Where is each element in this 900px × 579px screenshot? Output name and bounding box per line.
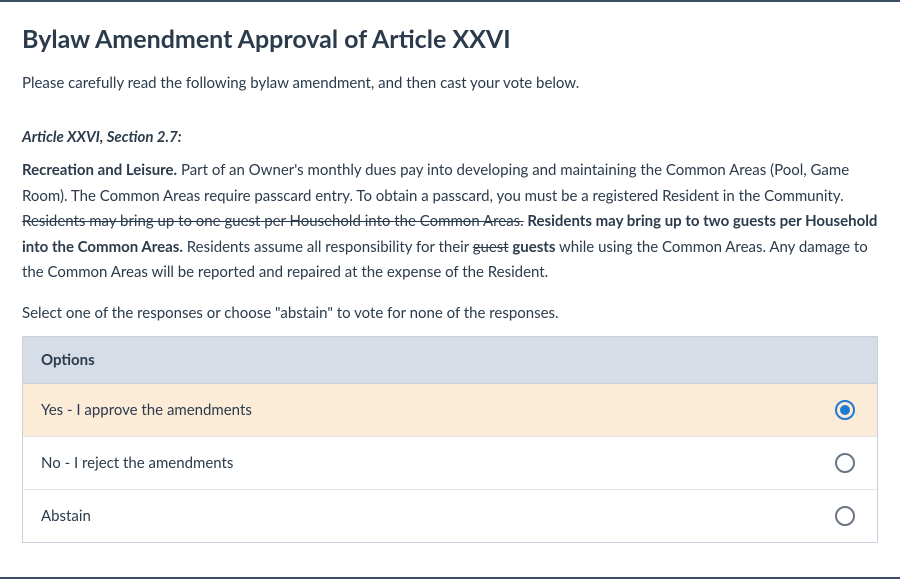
- article-p2a: Residents assume all responsibility for …: [183, 238, 473, 256]
- option-row-abstain[interactable]: Abstain: [23, 490, 877, 542]
- article-body: Recreation and Leisure. Part of an Owner…: [22, 158, 878, 286]
- article-strike-2: guest: [473, 238, 509, 256]
- article-strike-1: Residents may bring up to one guest per …: [22, 212, 524, 230]
- radio-icon: [835, 506, 855, 526]
- article-section-title: Article XXVI, Section 2.7:: [22, 128, 878, 146]
- option-label: No - I reject the amendments: [41, 454, 233, 472]
- ballot-container: Bylaw Amendment Approval of Article XXVI…: [0, 0, 900, 579]
- options-header: Options: [23, 337, 877, 384]
- option-row-yes[interactable]: Yes - I approve the amendments: [23, 384, 877, 437]
- article-lead: Recreation and Leisure.: [22, 161, 177, 179]
- select-hint: Select one of the responses or choose "a…: [22, 304, 878, 322]
- radio-icon: [835, 453, 855, 473]
- options-table: Options Yes - I approve the amendments N…: [22, 336, 878, 543]
- intro-text: Please carefully read the following byla…: [22, 74, 878, 92]
- radio-icon: [835, 400, 855, 420]
- option-row-no[interactable]: No - I reject the amendments: [23, 437, 877, 490]
- article-add-2: guests: [509, 238, 556, 256]
- option-label: Abstain: [41, 507, 91, 525]
- option-label: Yes - I approve the amendments: [41, 401, 252, 419]
- page-title: Bylaw Amendment Approval of Article XXVI: [22, 24, 878, 54]
